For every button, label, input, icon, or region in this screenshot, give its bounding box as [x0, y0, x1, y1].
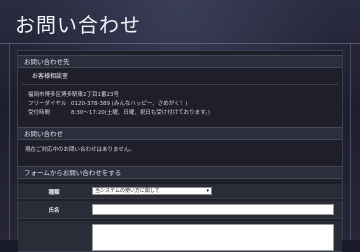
notice-text: 現在ご対応中のお問い合わせはありません。 — [25, 147, 135, 153]
contact-row-label: フリーダイヤル — [28, 101, 67, 107]
contact-divider — [22, 84, 338, 85]
notice-section-heading: お問い合わせ — [18, 127, 342, 140]
content-panel: お問い合わせ先 お客様相談室 福岡市博多区博多駅東2丁目1番23号 フリーダイヤ… — [17, 50, 343, 252]
contact-row-value: 8:30～17:20(土曜、日曜、祝日も受け付けております。) — [71, 110, 211, 116]
contact-row-label: 受付時間 — [28, 110, 51, 116]
category-select-value: 当システムの使い方に関して — [95, 188, 160, 194]
left-border — [9, 44, 10, 240]
category-select[interactable]: 当システムの使い方に関して ▾ — [92, 187, 212, 195]
contact-name: お客様相談室 — [32, 73, 69, 80]
contact-section-heading: お問い合わせ先 — [18, 55, 342, 68]
chevron-down-icon: ▾ — [206, 188, 209, 194]
form-section-heading: フォームからお問い合わせをする — [18, 166, 342, 179]
page-title: お問い合わせ — [15, 13, 141, 37]
right-border — [350, 44, 351, 240]
contact-row-value: 0120-378-389 (みんなハッピー、さめがく！) — [71, 101, 188, 107]
name-label: 氏名 — [48, 208, 60, 214]
title-divider — [0, 43, 360, 44]
category-label: 種類 — [48, 190, 60, 196]
content-textarea[interactable] — [92, 224, 334, 251]
contact-address: 福岡市博多区博多駅東2丁目1番23号 — [28, 92, 119, 98]
name-input[interactable] — [92, 204, 334, 215]
